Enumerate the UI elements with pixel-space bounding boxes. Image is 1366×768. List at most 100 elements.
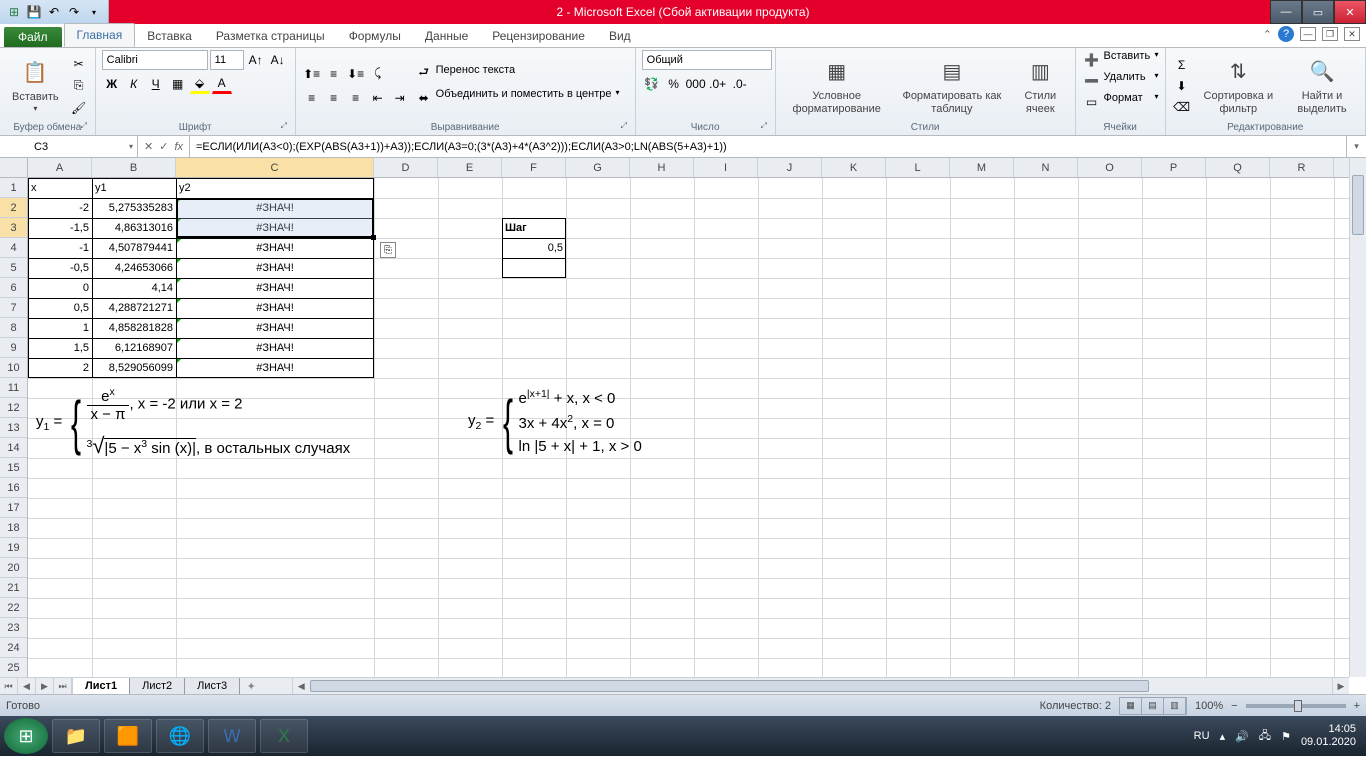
name-box[interactable]: C3 xyxy=(28,136,138,157)
cell-A8[interactable]: 1 xyxy=(28,318,92,338)
cell-B6[interactable]: 4,14 xyxy=(92,278,176,298)
sort-filter-button[interactable]: ⇅Сортировка и фильтр xyxy=(1196,54,1282,116)
undo-icon[interactable]: ↶ xyxy=(46,4,62,20)
border-icon[interactable]: ▦ xyxy=(168,74,188,94)
taskbar-chrome-icon[interactable]: 🌐 xyxy=(156,719,204,753)
align-bottom-icon[interactable]: ⬇≡ xyxy=(346,64,366,84)
format-as-table-button[interactable]: ▤Форматировать как таблицу xyxy=(896,54,1008,116)
autosum-icon[interactable]: Σ xyxy=(1172,55,1192,75)
col-header-B[interactable]: B xyxy=(92,158,176,177)
sheet-tab-1[interactable]: Лист1 xyxy=(73,678,130,694)
taskbar-explorer-icon[interactable]: 📁 xyxy=(52,719,100,753)
align-middle-icon[interactable]: ≡ xyxy=(324,64,344,84)
maximize-button[interactable]: ▭ xyxy=(1302,0,1334,24)
col-header-K[interactable]: K xyxy=(822,158,886,177)
col-header-D[interactable]: D xyxy=(374,158,438,177)
format-painter-icon[interactable]: 🖌 xyxy=(69,98,89,118)
expand-formula-icon[interactable]: ▾ xyxy=(1346,136,1366,157)
row-header-17[interactable]: 17 xyxy=(0,498,27,518)
cell-B8[interactable]: 4,858281828 xyxy=(92,318,176,338)
zoom-slider[interactable] xyxy=(1246,704,1346,708)
cell-B4[interactable]: 4,507879441 xyxy=(92,238,176,258)
cell-styles-button[interactable]: ▥Стили ячеек xyxy=(1012,54,1069,116)
row-header-2[interactable]: 2 xyxy=(0,198,27,218)
view-page-layout-icon[interactable]: ▤ xyxy=(1142,698,1164,714)
cell-B1[interactable]: y1 xyxy=(92,178,176,198)
row-header-19[interactable]: 19 xyxy=(0,538,27,558)
row-header-24[interactable]: 24 xyxy=(0,638,27,658)
conditional-formatting-button[interactable]: ▦Условное форматирование xyxy=(782,54,892,116)
row-header-3[interactable]: 3 xyxy=(0,218,27,238)
col-header-P[interactable]: P xyxy=(1142,158,1206,177)
font-name-select[interactable] xyxy=(102,50,208,70)
font-size-select[interactable] xyxy=(210,50,244,70)
cell-A4[interactable]: -1 xyxy=(28,238,92,258)
vertical-scrollbar[interactable] xyxy=(1349,158,1366,677)
cut-icon[interactable]: ✂ xyxy=(69,54,89,74)
tab-insert[interactable]: Вставка xyxy=(135,25,204,47)
bold-icon[interactable]: Ж xyxy=(102,74,122,94)
hscroll-right-icon[interactable]: ▶ xyxy=(1332,678,1349,694)
cell-B7[interactable]: 4,288721271 xyxy=(92,298,176,318)
cell-C4[interactable]: #ЗНАЧ! xyxy=(176,238,374,258)
merge-center-button[interactable]: ⬌Объединить и поместить в центре▾ xyxy=(414,88,620,108)
hscroll-left-icon[interactable]: ◀ xyxy=(292,678,309,694)
delete-cells-button[interactable]: ➖Удалить▾ xyxy=(1082,71,1159,91)
cell-C5[interactable]: #ЗНАЧ! xyxy=(176,258,374,278)
fill-handle[interactable] xyxy=(371,235,376,240)
redo-icon[interactable]: ↷ xyxy=(66,4,82,20)
find-select-button[interactable]: 🔍Найти и выделить xyxy=(1285,54,1359,116)
row-header-21[interactable]: 21 xyxy=(0,578,27,598)
zoom-out-icon[interactable]: − xyxy=(1231,700,1237,712)
row-header-20[interactable]: 20 xyxy=(0,558,27,578)
tray-lang[interactable]: RU xyxy=(1194,730,1210,742)
tray-show-hidden-icon[interactable]: ▴ xyxy=(1220,730,1226,743)
cell-B9[interactable]: 6,12168907 xyxy=(92,338,176,358)
cell-A2[interactable]: -2 xyxy=(28,198,92,218)
cell-F4[interactable]: 0,5 xyxy=(502,238,566,258)
tab-page-layout[interactable]: Разметка страницы xyxy=(204,25,337,47)
insert-cells-button[interactable]: ➕Вставить▾ xyxy=(1082,50,1159,70)
format-cells-button[interactable]: ▭Формат▾ xyxy=(1082,92,1159,112)
row-header-10[interactable]: 10 xyxy=(0,358,27,378)
alignment-launcher-icon[interactable]: ⤢ xyxy=(621,121,633,133)
increase-decimal-icon[interactable]: .0+ xyxy=(708,74,728,94)
column-headers[interactable]: ABCDEFGHIJKLMNOPQR xyxy=(28,158,1349,178)
align-top-icon[interactable]: ⬆≡ xyxy=(302,64,322,84)
sheet-tab-3[interactable]: Лист3 xyxy=(185,678,240,694)
col-header-E[interactable]: E xyxy=(438,158,502,177)
tray-network-icon[interactable]: 🖧 xyxy=(1259,727,1271,746)
italic-icon[interactable]: К xyxy=(124,74,144,94)
cell-A5[interactable]: -0,5 xyxy=(28,258,92,278)
taskbar-excel-icon[interactable]: X xyxy=(260,719,308,753)
minimize-ribbon-icon[interactable]: ⌃ xyxy=(1263,28,1272,41)
window-close-icon[interactable]: ✕ xyxy=(1344,27,1360,41)
sheet-nav-next-icon[interactable]: ▶ xyxy=(36,678,54,694)
close-button[interactable]: ✕ xyxy=(1334,0,1366,24)
sheet-nav-first-icon[interactable]: ⏮ xyxy=(0,678,18,694)
row-header-6[interactable]: 6 xyxy=(0,278,27,298)
number-format-select[interactable] xyxy=(642,50,772,70)
tab-formulas[interactable]: Формулы xyxy=(337,25,413,47)
col-header-G[interactable]: G xyxy=(566,158,630,177)
row-header-22[interactable]: 22 xyxy=(0,598,27,618)
tab-view[interactable]: Вид xyxy=(597,25,643,47)
cell-A1[interactable]: x xyxy=(28,178,92,198)
col-header-L[interactable]: L xyxy=(886,158,950,177)
cell-B2[interactable]: 5,275335283 xyxy=(92,198,176,218)
autofill-options-icon[interactable]: ⎘ xyxy=(380,242,396,258)
zoom-in-icon[interactable]: + xyxy=(1354,700,1360,712)
col-header-J[interactable]: J xyxy=(758,158,822,177)
view-normal-icon[interactable]: ▦ xyxy=(1120,698,1142,714)
number-launcher-icon[interactable]: ⤢ xyxy=(761,121,773,133)
save-icon[interactable]: 💾 xyxy=(26,4,42,20)
cell-A9[interactable]: 1,5 xyxy=(28,338,92,358)
underline-icon[interactable]: Ч xyxy=(146,74,166,94)
formula-input[interactable]: =ЕСЛИ(ИЛИ(A3<0);(EXP(ABS(A3+1))+A3));ЕСЛ… xyxy=(190,136,1346,157)
col-header-I[interactable]: I xyxy=(694,158,758,177)
col-header-A[interactable]: A xyxy=(28,158,92,177)
row-header-15[interactable]: 15 xyxy=(0,458,27,478)
minimize-button[interactable]: — xyxy=(1270,0,1302,24)
cell-B10[interactable]: 8,529056099 xyxy=(92,358,176,378)
start-button[interactable]: ⊞ xyxy=(4,718,48,754)
